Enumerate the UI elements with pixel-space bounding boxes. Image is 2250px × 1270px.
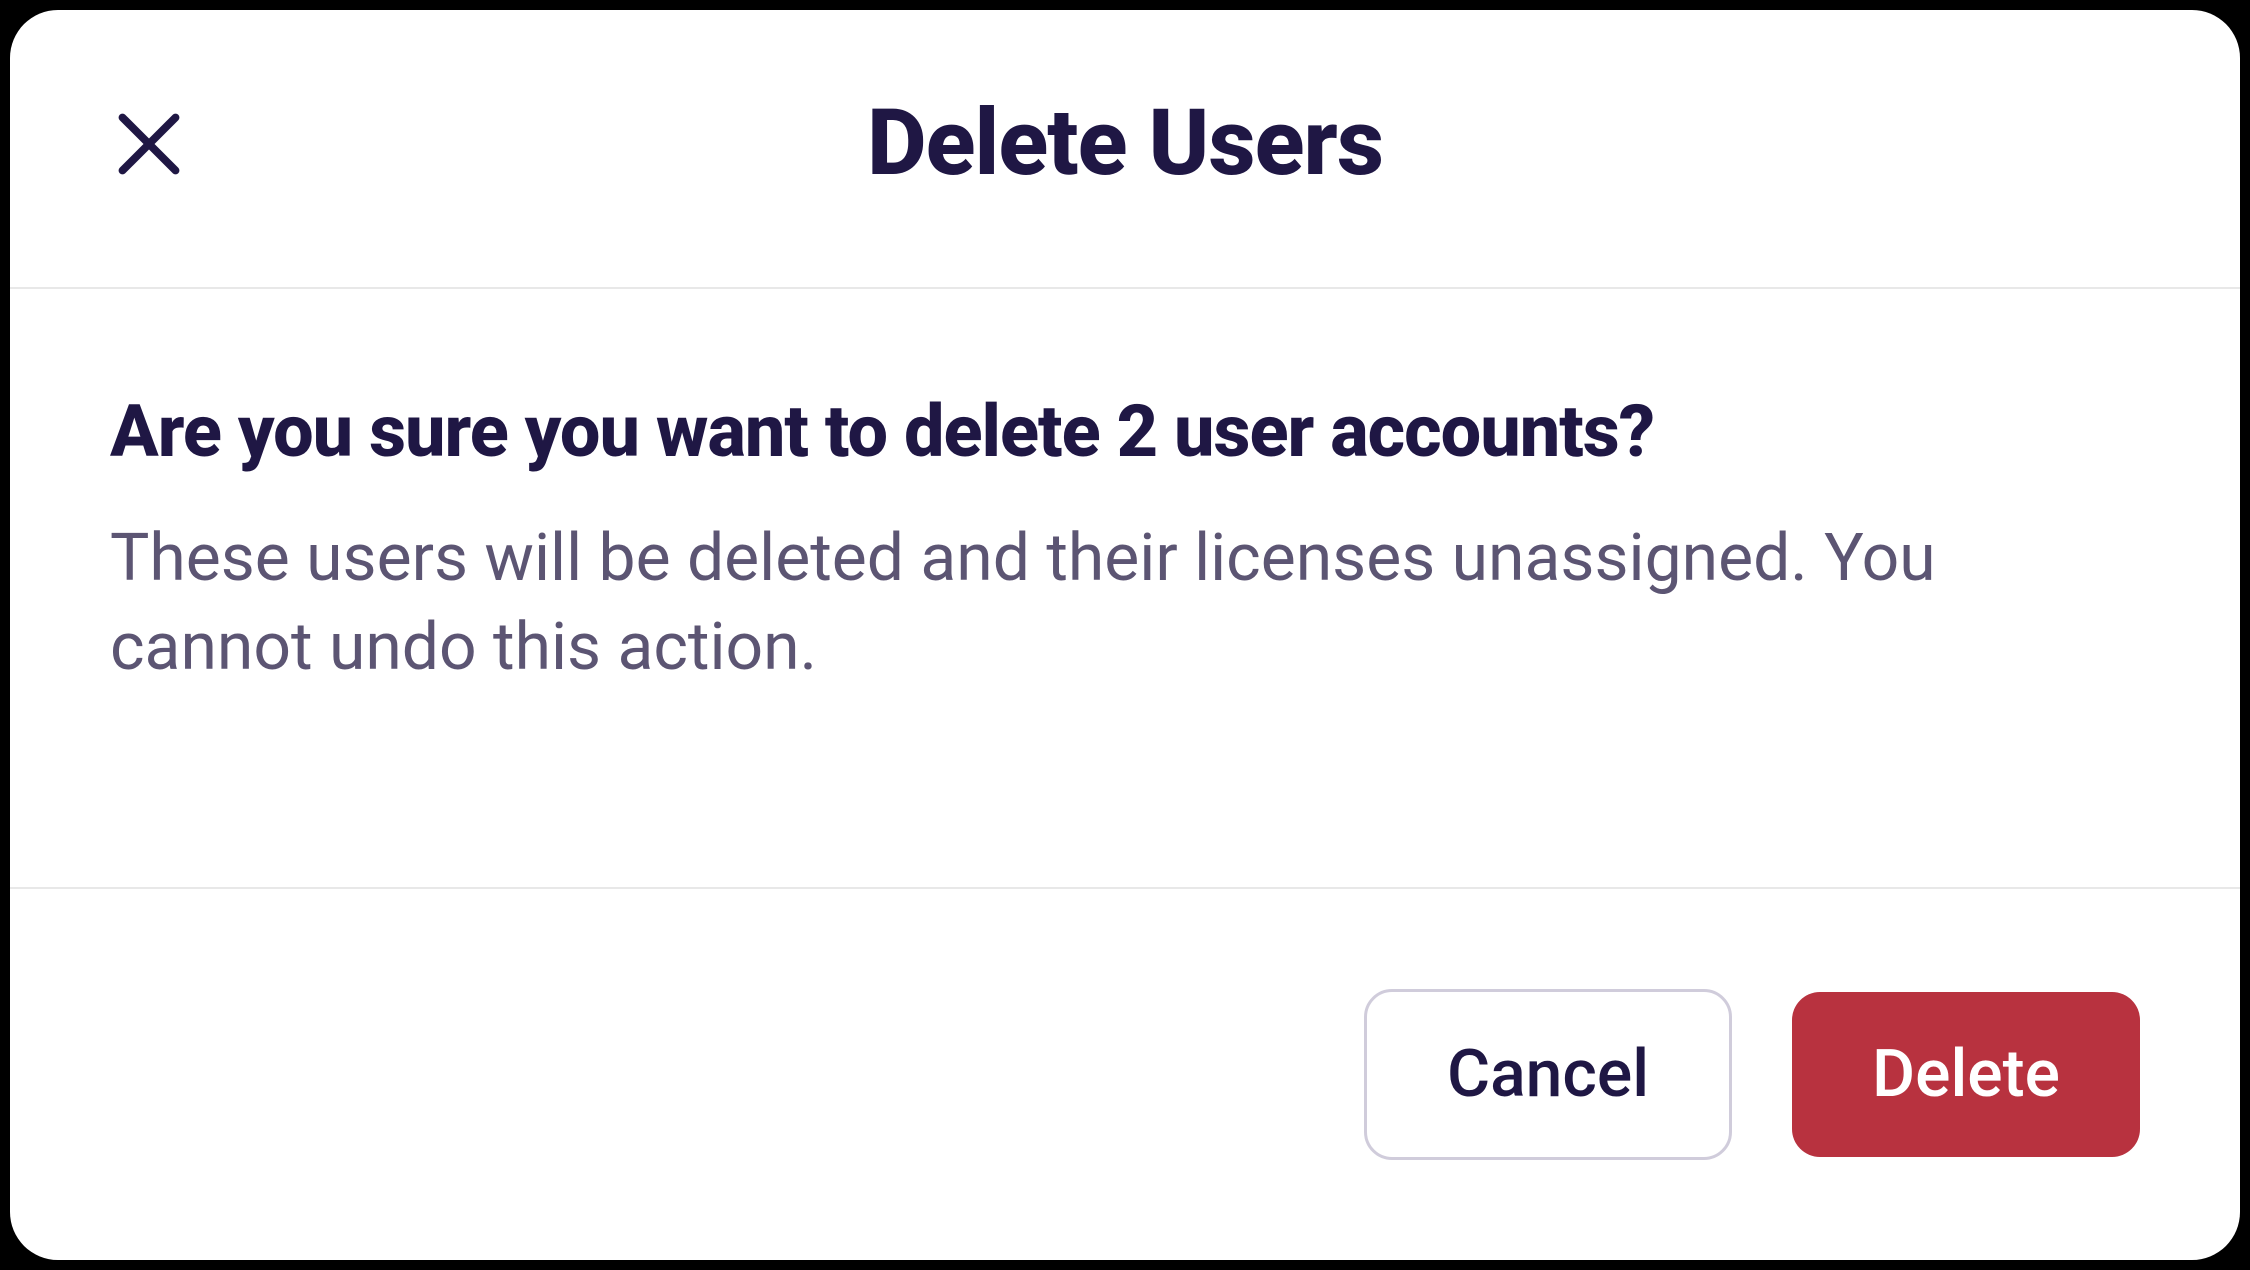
dialog-header: Delete Users — [10, 10, 2240, 289]
close-button[interactable] — [110, 105, 188, 183]
confirmation-question: Are you sure you want to delete 2 user a… — [110, 389, 2140, 474]
delete-button[interactable]: Delete — [1792, 992, 2140, 1157]
close-icon — [110, 105, 188, 183]
dialog-body: Are you sure you want to delete 2 user a… — [10, 289, 2240, 889]
dialog-footer: Cancel Delete — [10, 889, 2240, 1260]
confirmation-description: These users will be deleted and their li… — [110, 514, 2140, 692]
cancel-button[interactable]: Cancel — [1364, 989, 1732, 1160]
dialog-title: Delete Users — [110, 90, 2140, 197]
delete-users-dialog: Delete Users Are you sure you want to de… — [10, 10, 2240, 1260]
